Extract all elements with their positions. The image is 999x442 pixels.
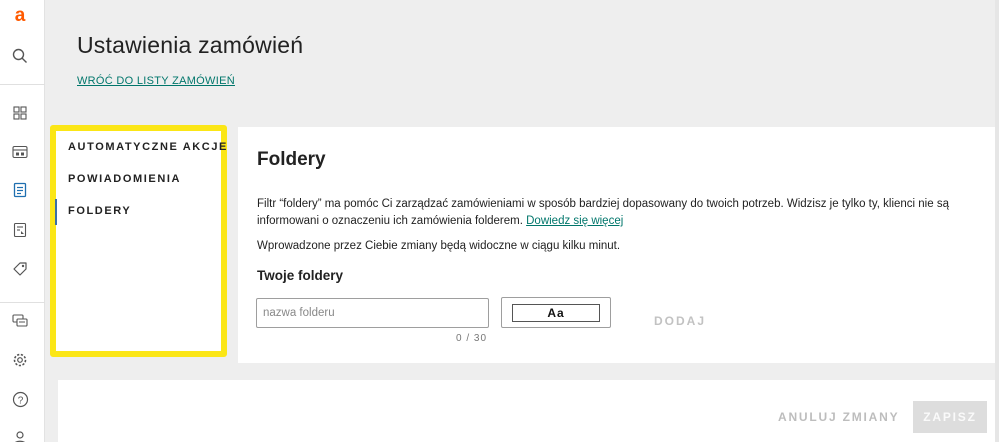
allegro-logo-icon[interactable]: a bbox=[10, 5, 30, 25]
svg-text:?: ? bbox=[17, 395, 23, 406]
back-to-orders-link[interactable]: WRÓĆ DO LISTY ZAMÓWIEŃ bbox=[77, 75, 235, 87]
nav-item-folders[interactable]: FOLDERY bbox=[54, 199, 131, 225]
messages-icon[interactable] bbox=[10, 311, 30, 331]
changes-note: Wprowadzone przez Ciebie zmiany będą wid… bbox=[257, 240, 621, 252]
settings-nav: AUTOMATYCZNE AKCJE POWIADOMIENIA FOLDERY bbox=[50, 125, 227, 357]
folder-style-select[interactable]: Aa bbox=[501, 297, 611, 328]
page-scrollbar[interactable] bbox=[995, 0, 999, 442]
user-icon[interactable] bbox=[10, 428, 30, 442]
search-icon[interactable] bbox=[10, 46, 30, 66]
tag-icon[interactable] bbox=[10, 259, 30, 279]
folders-description: Filtr “foldery” ma pomóc Ci zarządzać za… bbox=[257, 196, 977, 230]
folders-panel: Foldery Filtr “foldery” ma pomóc Ci zarz… bbox=[238, 127, 997, 363]
section-title: Foldery bbox=[257, 149, 326, 170]
shop-icon[interactable] bbox=[10, 142, 30, 162]
dashboard-icon[interactable] bbox=[10, 103, 30, 123]
nav-item-notifications[interactable]: POWIADOMIENIA bbox=[68, 173, 181, 185]
character-counter: 0 / 30 bbox=[456, 333, 488, 344]
folder-name-input[interactable] bbox=[256, 298, 489, 328]
add-folder-button[interactable]: DODAJ bbox=[654, 314, 706, 328]
left-nav-rail: a ? bbox=[0, 0, 45, 442]
page-title: Ustawienia zamówień bbox=[77, 32, 304, 58]
settings-icon[interactable] bbox=[10, 350, 30, 370]
learn-more-link[interactable]: Dowiedz się więcej bbox=[526, 215, 623, 227]
logo-letter: a bbox=[14, 4, 26, 26]
cancel-changes-button[interactable]: ANULUJ ZMIANY bbox=[778, 410, 899, 424]
actions-bar: ANULUJ ZMIANY ZAPISZ bbox=[58, 380, 997, 442]
offers-icon[interactable] bbox=[10, 220, 30, 240]
your-folders-title: Twoje foldery bbox=[257, 268, 344, 283]
help-icon[interactable]: ? bbox=[10, 389, 30, 409]
folder-style-preview: Aa bbox=[512, 304, 600, 322]
orders-icon[interactable] bbox=[10, 180, 30, 200]
save-button[interactable]: ZAPISZ bbox=[913, 401, 987, 433]
nav-item-automatic-actions[interactable]: AUTOMATYCZNE AKCJE bbox=[68, 141, 228, 153]
